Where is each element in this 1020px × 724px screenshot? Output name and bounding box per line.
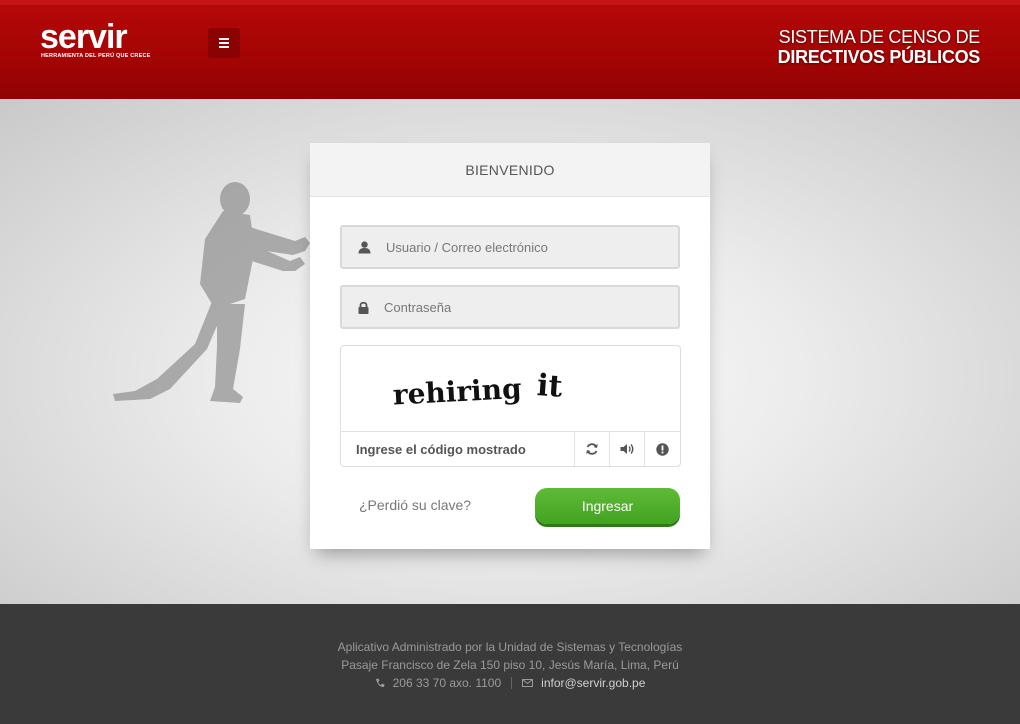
audio-icon bbox=[620, 444, 633, 454]
refresh-icon bbox=[586, 443, 598, 455]
hamburger-icon-bar bbox=[219, 42, 229, 44]
menu-toggle-button[interactable] bbox=[208, 28, 240, 58]
servir-logo[interactable]: servir HERRAMIENTA DEL PERÚ QUE CRECE bbox=[40, 19, 158, 65]
username-input[interactable] bbox=[386, 227, 678, 267]
captcha-help-button[interactable] bbox=[644, 432, 679, 466]
pushing-man-illustration bbox=[113, 182, 310, 403]
footer-divider bbox=[511, 677, 513, 689]
captcha-input-row bbox=[341, 431, 680, 466]
captcha-input[interactable] bbox=[341, 432, 574, 466]
footer-address: Pasaje Francisco de Zela 150 piso 10, Je… bbox=[341, 658, 679, 672]
login-card: BIENVENIDO rehiring it bbox=[310, 143, 710, 549]
welcome-title: BIENVENIDO bbox=[465, 161, 555, 178]
captcha-audio-button[interactable] bbox=[609, 432, 644, 466]
footer-phone: 206 33 70 axo. 1100 bbox=[392, 676, 502, 690]
captcha-word-2: it bbox=[536, 368, 564, 405]
help-icon bbox=[655, 442, 669, 456]
password-input[interactable] bbox=[384, 287, 678, 327]
captcha-word-1: rehiring bbox=[392, 372, 522, 412]
user-icon bbox=[342, 240, 386, 254]
logo-tagline: HERRAMIENTA DEL PERÚ QUE CRECE bbox=[41, 53, 151, 59]
captcha-widget: rehiring it bbox=[340, 345, 681, 467]
username-field[interactable] bbox=[340, 225, 680, 269]
login-submit-button[interactable]: Ingresar bbox=[535, 488, 680, 524]
lock-icon bbox=[342, 301, 384, 314]
captcha-refresh-button[interactable] bbox=[574, 432, 609, 466]
system-title: SISTEMA DE CENSO DE DIRECTIVOS PÚBLICOS bbox=[777, 27, 981, 67]
footer-admin-text: Aplicativo Administrado por la Unidad de… bbox=[337, 640, 683, 654]
hamburger-icon-bar bbox=[219, 46, 229, 48]
envelope-icon bbox=[522, 679, 534, 687]
system-title-line2: DIRECTIVOS PÚBLICOS bbox=[777, 47, 981, 67]
phone-icon bbox=[375, 678, 385, 688]
hamburger-icon bbox=[219, 38, 229, 40]
forgot-password-link[interactable]: ¿Perdió su clave? bbox=[359, 497, 471, 513]
captcha-image: rehiring it bbox=[392, 368, 564, 412]
password-field[interactable] bbox=[340, 285, 680, 329]
login-card-header: BIENVENIDO bbox=[310, 143, 710, 197]
footer: Aplicativo Administrado por la Unidad de… bbox=[0, 604, 1020, 724]
footer-email[interactable]: infor@servir.gob.pe bbox=[541, 676, 645, 690]
logo-text: servir bbox=[40, 18, 128, 56]
footer-contact: 206 33 70 axo. 1100 infor@servir.gob.pe bbox=[0, 676, 1020, 690]
system-title-line1: SISTEMA DE CENSO DE bbox=[778, 27, 981, 47]
header-bar: servir HERRAMIENTA DEL PERÚ QUE CRECE SI… bbox=[0, 0, 1020, 99]
